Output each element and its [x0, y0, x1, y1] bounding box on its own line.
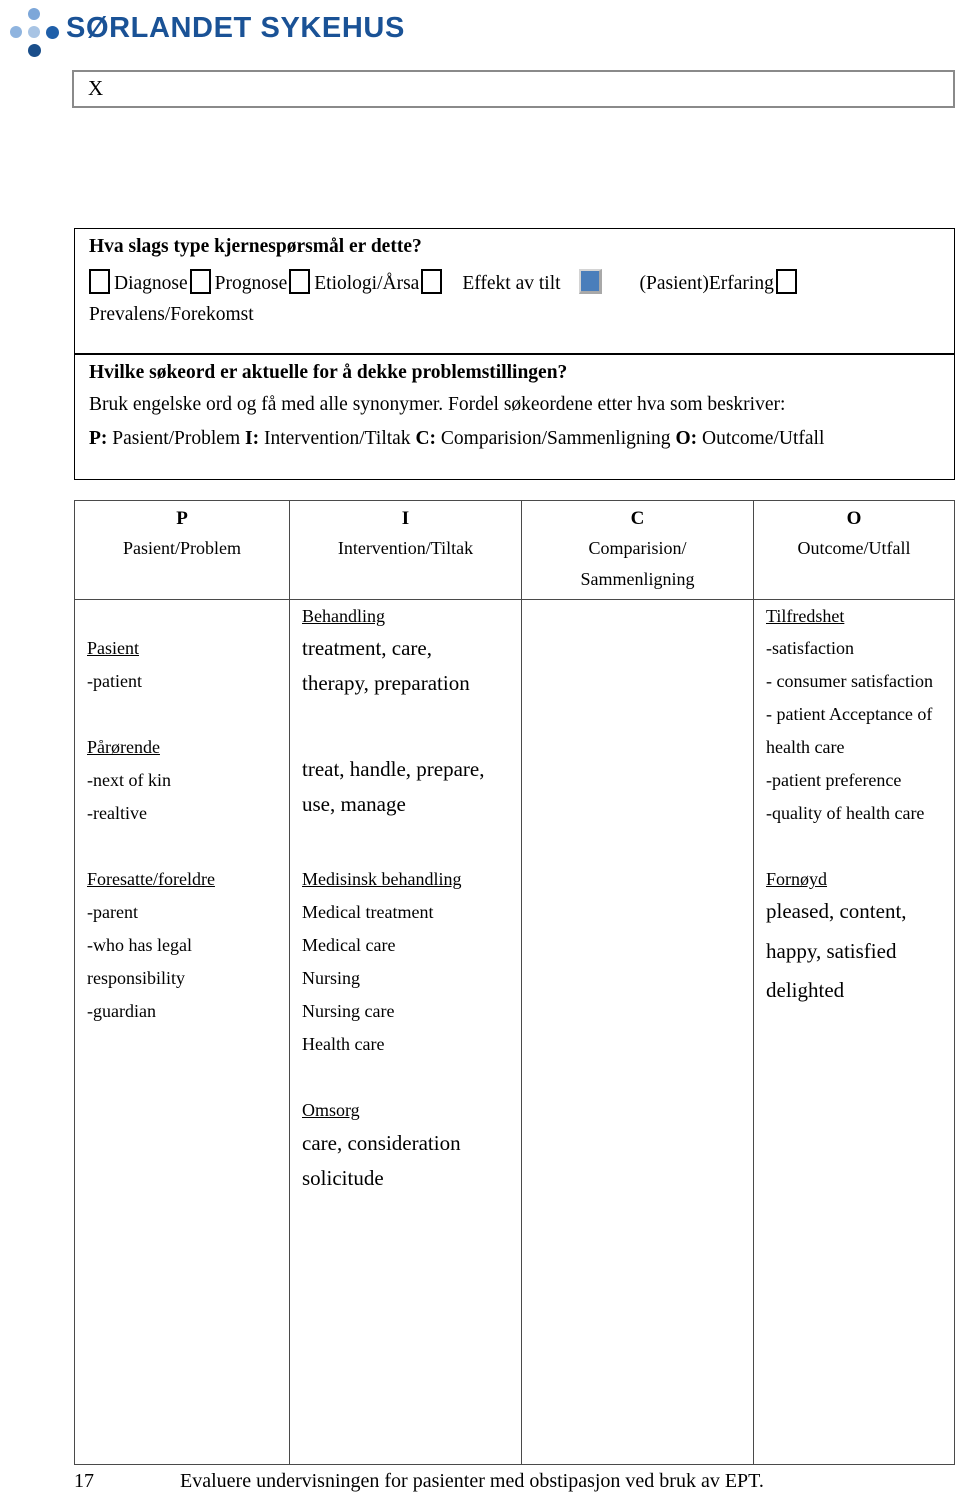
pico-header-name-i: Intervention/Tiltak — [337, 538, 474, 558]
pico-header-cell-p: P Pasient/Problem — [75, 501, 290, 599]
question-type-second-line: Prevalens/Forekomst — [89, 304, 254, 325]
pico-header-letter-c: C — [630, 508, 645, 529]
o-block1-line-0: -satisfaction — [766, 638, 854, 658]
pico-header-letter-p: P — [176, 508, 188, 529]
brand-header: SØRLANDET SYKEHUS — [0, 0, 960, 62]
p-block3-line-0: -parent — [87, 902, 138, 922]
checkbox-effekt-checked[interactable] — [578, 269, 602, 294]
logo-dot-left — [10, 26, 22, 38]
p-block1-line-0: -patient — [87, 671, 142, 691]
o-block1-line-4: -patient preference — [766, 770, 902, 790]
pico-header-name-c: Comparision/ — [588, 538, 687, 558]
p-block2-line-0: -next of kin — [87, 770, 171, 790]
checkbox-prognose[interactable] — [189, 269, 211, 294]
pico-legend-c-text: Comparision/Sammenligning — [436, 428, 676, 449]
i-block3-heading: Medisinsk behandling — [302, 869, 462, 889]
pico-header-letter-o: O — [846, 508, 862, 529]
i-block3-line-3: Nursing care — [302, 1001, 395, 1021]
i-block3-line-0: Medical treatment — [302, 902, 434, 922]
pico-legend: P: Pasient/Problem I: Intervention/Tilta… — [89, 427, 824, 451]
pico-table-header-row: P Pasient/Problem I Intervention/Tiltak … — [75, 501, 954, 600]
checkbox-diagnose[interactable] — [89, 269, 110, 294]
i-block4-heading: Omsorg — [302, 1100, 360, 1120]
checkbox-etiologi[interactable] — [289, 269, 311, 294]
o-block1-line-5: -quality of health care — [766, 803, 925, 823]
pico-header-name-c-line2: Sammenligning — [580, 569, 695, 589]
checkbox-effekt[interactable] — [421, 269, 443, 294]
question-box-search-words: Hvilke søkeord er aktuelle for å dekke p… — [74, 354, 955, 480]
p-block1-heading: Pasient — [87, 638, 139, 658]
logo-dot-bottom — [28, 44, 41, 57]
i-block3-line-4: Health care — [302, 1034, 385, 1054]
pico-header-cell-i: I Intervention/Tiltak — [290, 501, 522, 599]
checkbox-label-etiologi: Etiologi/Årsa — [314, 273, 420, 294]
logo-dot-right — [46, 26, 59, 39]
i-block3-line-1: Medical care — [302, 935, 396, 955]
header-text-field-value: X — [88, 76, 104, 100]
p-block3-line-2: responsibility — [87, 968, 185, 988]
question-type-title: Hva slags type kjernespørsmål er dette? — [89, 236, 422, 257]
pico-table-body-row: Pasient -patient Pårørende -next of kin … — [75, 600, 954, 1464]
pico-header-cell-o: O Outcome/Utfall — [754, 501, 954, 599]
pico-table: P Pasient/Problem I Intervention/Tiltak … — [74, 500, 955, 1465]
pico-cell-c — [522, 600, 754, 1464]
page-footer: 17 Evaluere undervisningen for pasienter… — [0, 1466, 960, 1497]
i-block1-line-1: therapy, preparation — [302, 671, 470, 695]
i-block3-line-2: Nursing — [302, 968, 360, 988]
pico-header-cell-c: C Comparision/ Sammenligning — [522, 501, 754, 599]
logo-dot-top — [28, 8, 40, 20]
footer-text: Evaluere undervisningen for pasienter me… — [180, 1470, 764, 1492]
pico-cell-i: Behandling treatment, care, therapy, pre… — [290, 600, 522, 1464]
checkbox-label-prognose: Prognose — [214, 273, 288, 294]
checkbox-label-diagnose: Diagnose — [114, 273, 188, 294]
o-block2-heading: Fornøyd — [766, 869, 828, 889]
question-type-options: Diagnose Prognose Etiologi/Årsa Effekt av t… — [89, 269, 797, 303]
i-block4-line-1: solicitude — [302, 1166, 384, 1190]
p-block3-heading: Foresatte/foreldre — [87, 869, 215, 889]
i-block2-line-1: use, manage — [302, 792, 406, 816]
i-block2-line-0: treat, handle, prepare, — [302, 757, 485, 781]
pico-cell-o: Tilfredshet -satisfaction - consumer sat… — [754, 600, 954, 1464]
pico-legend-i-text: Intervention/Tiltak — [259, 428, 416, 449]
i-block1-line-0: treatment, care, — [302, 636, 432, 660]
o-block2-line-2: delighted — [766, 978, 845, 1002]
p-block3-line-1: -who has legal — [87, 935, 192, 955]
footer-page-number: 17 — [74, 1470, 94, 1492]
o-block2-line-0: pleased, content, — [766, 899, 907, 923]
o-block1-line-3: health care — [766, 737, 845, 757]
pico-legend-o-text: Outcome/Utfall — [697, 428, 825, 449]
header-text-field[interactable]: X — [72, 70, 955, 108]
checkbox-label-erfaring: (Pasient)Erfaring — [639, 273, 774, 294]
sorlandet-sykehus-logo-icon — [8, 6, 60, 58]
p-block2-line-1: -realtive — [87, 803, 147, 823]
pico-cell-p: Pasient -patient Pårørende -next of kin … — [75, 600, 290, 1464]
checkbox-label-effekt: Effekt av tilt — [462, 273, 561, 294]
i-block1-heading: Behandling — [302, 606, 385, 626]
pico-legend-o-letter: O: — [675, 428, 698, 449]
search-words-title: Hvilke søkeord er aktuelle for å dekke p… — [89, 362, 568, 383]
brand-name: SØRLANDET SYKEHUS — [66, 12, 405, 44]
pico-header-name-o: Outcome/Utfall — [797, 538, 911, 558]
pico-legend-c-letter: C: — [415, 428, 437, 449]
i-block4-line-0: care, consideration — [302, 1131, 461, 1155]
pico-legend-p-letter: P: — [89, 428, 108, 449]
p-block2-heading: Pårørende — [87, 737, 160, 757]
search-words-instruction: Bruk engelske ord og få med alle synonym… — [89, 394, 786, 415]
o-block1-heading: Tilfredshet — [766, 606, 845, 626]
pico-legend-p-text: Pasient/Problem — [107, 428, 245, 449]
question-box-question-type: Hva slags type kjernespørsmål er dette? … — [74, 228, 955, 354]
p-block3-line-3: -guardian — [87, 1001, 156, 1021]
logo-dot-center — [28, 26, 40, 38]
o-block1-line-2: - patient Acceptance of — [766, 704, 933, 724]
o-block1-line-1: - consumer satisfaction — [766, 671, 933, 691]
o-block2-line-1: happy, satisfied — [766, 939, 897, 963]
checkbox-erfaring[interactable] — [775, 269, 797, 294]
pico-header-name-p: Pasient/Problem — [123, 538, 241, 558]
pico-legend-i-letter: I: — [244, 428, 260, 449]
pico-header-letter-i: I — [401, 508, 410, 529]
